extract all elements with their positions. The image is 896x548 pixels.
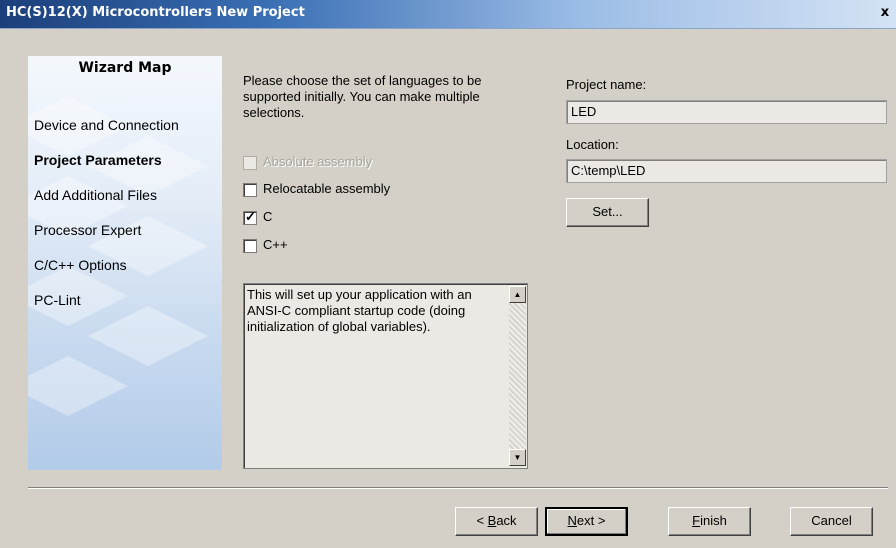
wizard-step-c-cpp-options: C/C++ Options	[34, 257, 127, 273]
wizard-step-processor-expert: Processor Expert	[34, 222, 142, 238]
description-textbox[interactable]: This will set up your application with a…	[243, 283, 528, 469]
window-title: HC(S)12(X) Microcontrollers New Project	[6, 5, 305, 20]
wizard-map-panel: Wizard Map Device and Connection Project…	[28, 56, 222, 470]
location-label: Location:	[566, 137, 619, 152]
back-button[interactable]: < Back	[455, 507, 538, 536]
scroll-down-icon[interactable]: ▼	[509, 449, 526, 466]
back-mnemonic: B	[487, 513, 497, 528]
wizard-step-add-additional-files: Add Additional Files	[34, 187, 157, 203]
finish-mnemonic: F	[692, 513, 701, 528]
project-name-field[interactable]: LED	[566, 100, 887, 124]
wizard-map-title: Wizard Map	[78, 60, 172, 76]
wizard-step-device-and-connection: Device and Connection	[34, 117, 179, 133]
checkbox-box[interactable]	[243, 239, 257, 253]
checkbox-label[interactable]: Relocatable assembly	[263, 181, 390, 197]
checkbox-label: Absolute assembly	[263, 154, 373, 169]
description-scrollbar[interactable]: ▲ ▼	[509, 286, 526, 466]
title-bar: HC(S)12(X) Microcontrollers New Project …	[0, 0, 896, 29]
checkbox-box	[243, 156, 257, 170]
wizard-step-pc-lint: PC-Lint	[34, 292, 81, 308]
next-button[interactable]: Next >	[545, 507, 628, 536]
cancel-button[interactable]: Cancel	[790, 507, 873, 536]
button-separator	[28, 487, 888, 489]
checkmark-icon: ✓	[245, 209, 256, 224]
wizard-step-project-parameters: Project Parameters	[34, 152, 162, 168]
finish-button[interactable]: Finish	[668, 507, 751, 536]
checkbox-label[interactable]: C	[263, 209, 272, 225]
location-field[interactable]: C:\temp\LED	[566, 159, 887, 183]
checkbox-label[interactable]: C++	[263, 237, 288, 253]
close-icon[interactable]: x	[878, 5, 892, 21]
checkbox-box[interactable]	[243, 183, 257, 197]
description-text: This will set up your application with a…	[247, 287, 472, 334]
languages-prompt: Please choose the set of languages to be…	[243, 73, 482, 120]
set-location-button[interactable]: Set...	[566, 198, 649, 227]
next-mnemonic: N	[567, 513, 577, 528]
scroll-up-icon[interactable]: ▲	[509, 286, 526, 303]
project-name-label: Project name:	[566, 77, 647, 92]
checkbox-box[interactable]: ✓	[243, 209, 257, 225]
